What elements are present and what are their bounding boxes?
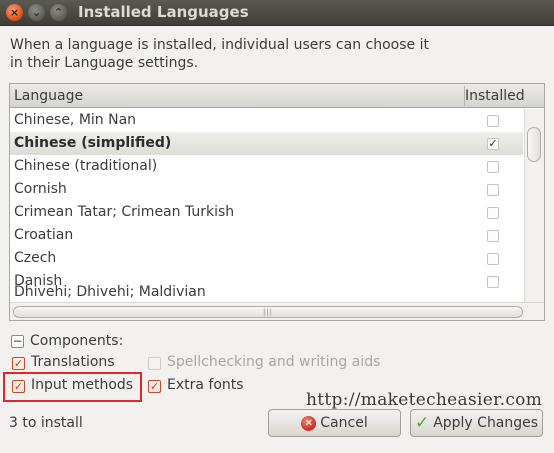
column-header-language[interactable]: Language: [14, 88, 83, 104]
cancel-button-label: Cancel: [320, 415, 368, 431]
list-row[interactable]: Chinese (traditional): [10, 155, 523, 178]
check-icon: ✓: [488, 137, 498, 150]
extra-fonts-checkbox[interactable]: ✓: [148, 380, 161, 393]
apply-button-label: Apply Changes: [433, 415, 539, 431]
intro-text: When a language is installed, individual…: [10, 37, 429, 71]
column-header-installed[interactable]: Installed: [465, 88, 525, 104]
apply-changes-button[interactable]: ✓ Apply Changes: [410, 409, 543, 437]
language-name: Croatian: [14, 227, 74, 243]
installed-checkbox[interactable]: [487, 276, 499, 288]
check-icon: ✓: [13, 357, 24, 370]
list-header: Language Installed: [10, 84, 544, 108]
list-row[interactable]: Czech: [10, 247, 523, 270]
cancel-button[interactable]: ✕ Cancel: [268, 409, 401, 437]
installed-checkbox[interactable]: [487, 230, 499, 242]
language-name: Dhivehi; Dhivehi; Maldivian: [14, 284, 206, 300]
vertical-scrollbar[interactable]: [524, 109, 544, 302]
list-row[interactable]: Cornish: [10, 178, 523, 201]
vertical-scroll-thumb[interactable]: [527, 127, 541, 162]
minimize-icon: ⌄: [31, 6, 42, 19]
apply-check-icon: ✓: [414, 412, 430, 433]
install-status: 3 to install: [9, 415, 83, 431]
scroll-grip-icon: |||: [262, 308, 274, 316]
language-list: Language Installed Chinese, Min Nan Chine…: [9, 83, 545, 321]
list-row[interactable]: Chinese, Min Nan: [10, 109, 523, 132]
translations-checkbox[interactable]: ✓: [12, 357, 25, 370]
installed-checkbox[interactable]: [487, 115, 499, 127]
installed-checkbox[interactable]: [487, 253, 499, 265]
installed-checkbox[interactable]: [487, 184, 499, 196]
check-icon: ✓: [149, 380, 160, 393]
spellchecking-checkbox: [148, 357, 161, 370]
window-title: Installed Languages: [78, 3, 249, 21]
cancel-icon: ✕: [301, 415, 317, 431]
horizontal-scrollbar[interactable]: |||: [10, 302, 544, 320]
maximize-window-button[interactable]: ⌃: [50, 4, 67, 21]
language-name: Cornish: [14, 181, 67, 197]
list-row[interactable]: Chinese (simplified) ✓: [10, 132, 523, 155]
language-name: Czech: [14, 250, 57, 266]
installed-checkbox[interactable]: [487, 161, 499, 173]
list-row[interactable]: Croatian: [10, 224, 523, 247]
language-name: Chinese (traditional): [14, 158, 158, 174]
language-name: Crimean Tatar; Crimean Turkish: [14, 204, 235, 220]
close-icon: ×: [9, 6, 20, 19]
title-bar: × ⌄ ⌃ Installed Languages: [0, 0, 554, 26]
horizontal-scroll-thumb[interactable]: |||: [13, 306, 523, 318]
close-window-button[interactable]: ×: [6, 4, 23, 21]
installed-checkbox[interactable]: ✓: [487, 138, 499, 150]
components-label: Components:: [30, 333, 124, 349]
components-expander[interactable]: −: [11, 335, 24, 348]
collapse-icon: −: [12, 334, 23, 348]
maximize-icon: ⌃: [53, 6, 64, 19]
language-name: Chinese (simplified): [14, 135, 172, 151]
highlight-annotation-box: [3, 372, 142, 402]
translations-label: Translations: [31, 354, 115, 370]
watermark-url: http://maketecheasier.com: [306, 390, 543, 410]
installed-checkbox[interactable]: [487, 207, 499, 219]
extra-fonts-label: Extra fonts: [167, 377, 244, 393]
spellchecking-label: Spellchecking and writing aids: [167, 354, 381, 370]
list-row[interactable]: Crimean Tatar; Crimean Turkish: [10, 201, 523, 224]
list-rows: Chinese, Min Nan Chinese (simplified) ✓ Chi…: [10, 109, 523, 302]
list-row[interactable]: Dhivehi; Dhivehi; Maldivian: [10, 284, 523, 302]
language-name: Chinese, Min Nan: [14, 112, 137, 128]
minimize-window-button[interactable]: ⌄: [28, 4, 45, 21]
